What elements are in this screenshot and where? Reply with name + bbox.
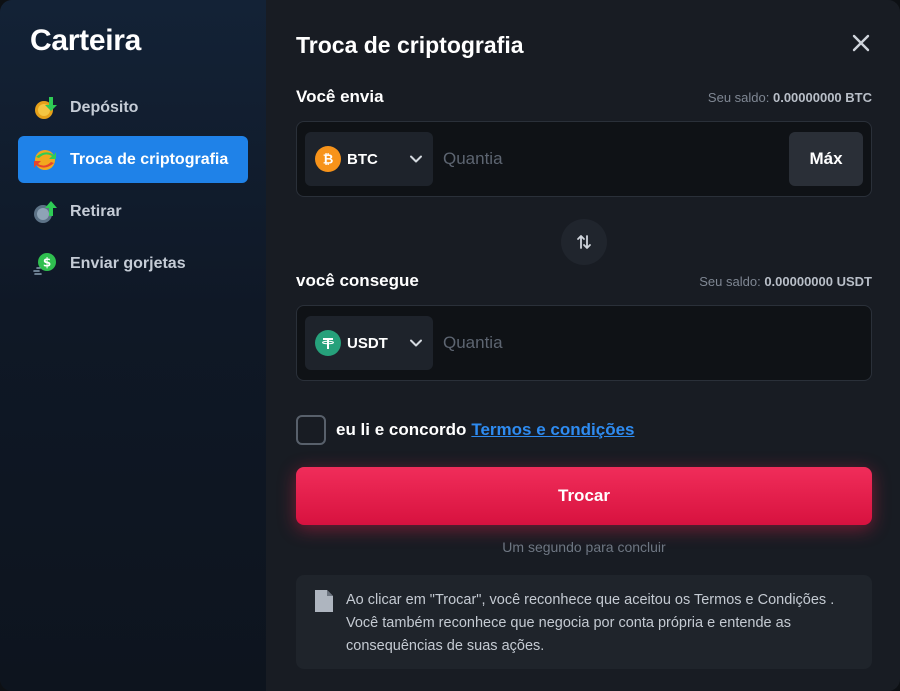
close-button[interactable] — [850, 32, 872, 54]
terms-row: eu li e concordo Termos e condições — [296, 415, 872, 445]
receive-balance: Seu saldo: 0.00000000 USDT — [699, 274, 872, 289]
send-coin-select[interactable]: ₿ BTC — [305, 132, 433, 186]
sidebar-item-send-tips[interactable]: $ Enviar gorjetas — [18, 240, 248, 287]
withdraw-coin-icon — [32, 199, 58, 225]
crypto-exchange-icon — [32, 147, 58, 173]
sidebar-title: Carteira — [30, 24, 141, 57]
exchange-panel: Troca de criptografia Você envia Seu sal… — [266, 0, 900, 691]
exchange-submit-button[interactable]: Trocar — [296, 467, 872, 525]
chevron-down-icon — [410, 155, 422, 163]
page-title: Troca de criptografia — [296, 32, 524, 58]
bitcoin-icon: ₿ — [315, 146, 341, 172]
receive-coin-select[interactable]: USDT — [305, 316, 433, 370]
completion-hint: Um segundo para concluir — [502, 539, 666, 555]
sidebar-nav: Depósito Troca de criptografia Retirar $… — [18, 84, 248, 287]
swap-button[interactable] — [561, 219, 607, 265]
send-header: Você envia Seu saldo: 0.00000000 BTC — [296, 87, 872, 107]
sidebar-item-label: Troca de criptografia — [70, 150, 229, 168]
chevron-down-icon — [410, 339, 422, 347]
svg-text:₿: ₿ — [323, 153, 334, 168]
sidebar-item-crypto-exchange[interactable]: Troca de criptografia — [18, 136, 248, 183]
send-amount-input[interactable] — [433, 132, 789, 186]
wallet-modal: Carteira Depósito Troca de criptografia … — [0, 0, 900, 691]
swap-arrows-icon — [577, 235, 591, 249]
max-button[interactable]: Máx — [789, 132, 863, 186]
terms-text: eu li e concordo — [336, 420, 467, 439]
receive-coin-name: USDT — [347, 334, 388, 352]
sidebar-item-deposit[interactable]: Depósito — [18, 84, 248, 131]
terms-checkbox[interactable] — [296, 415, 326, 445]
notice-text: Ao clicar em "Trocar", você reconhece qu… — [346, 592, 835, 654]
close-icon — [852, 34, 870, 52]
receive-label: você consegue — [296, 271, 419, 290]
tip-money-icon: $ — [32, 251, 58, 277]
send-coin-name: BTC — [347, 150, 378, 168]
notice-box: Ao clicar em "Trocar", você reconhece qu… — [296, 575, 872, 669]
receive-amount-input[interactable] — [433, 316, 863, 370]
swap-wrapper — [296, 219, 872, 265]
deposit-coin-icon — [32, 95, 58, 121]
document-icon — [315, 590, 333, 612]
sidebar-item-label: Depósito — [70, 98, 139, 116]
send-label: Você envia — [296, 87, 384, 106]
receive-field: USDT — [296, 305, 872, 381]
receive-header: você consegue Seu saldo: 0.00000000 USDT — [296, 271, 872, 291]
sidebar: Carteira Depósito Troca de criptografia … — [0, 0, 266, 691]
terms-link[interactable]: Termos e condições — [471, 420, 634, 440]
sidebar-item-withdraw[interactable]: Retirar — [18, 188, 248, 235]
send-balance: Seu saldo: 0.00000000 BTC — [707, 90, 872, 105]
svg-text:$: $ — [43, 255, 51, 269]
sidebar-item-label: Enviar gorjetas — [70, 254, 186, 272]
tether-icon — [315, 330, 341, 356]
send-field: ₿ BTC Máx — [296, 121, 872, 197]
sidebar-item-label: Retirar — [70, 202, 122, 220]
